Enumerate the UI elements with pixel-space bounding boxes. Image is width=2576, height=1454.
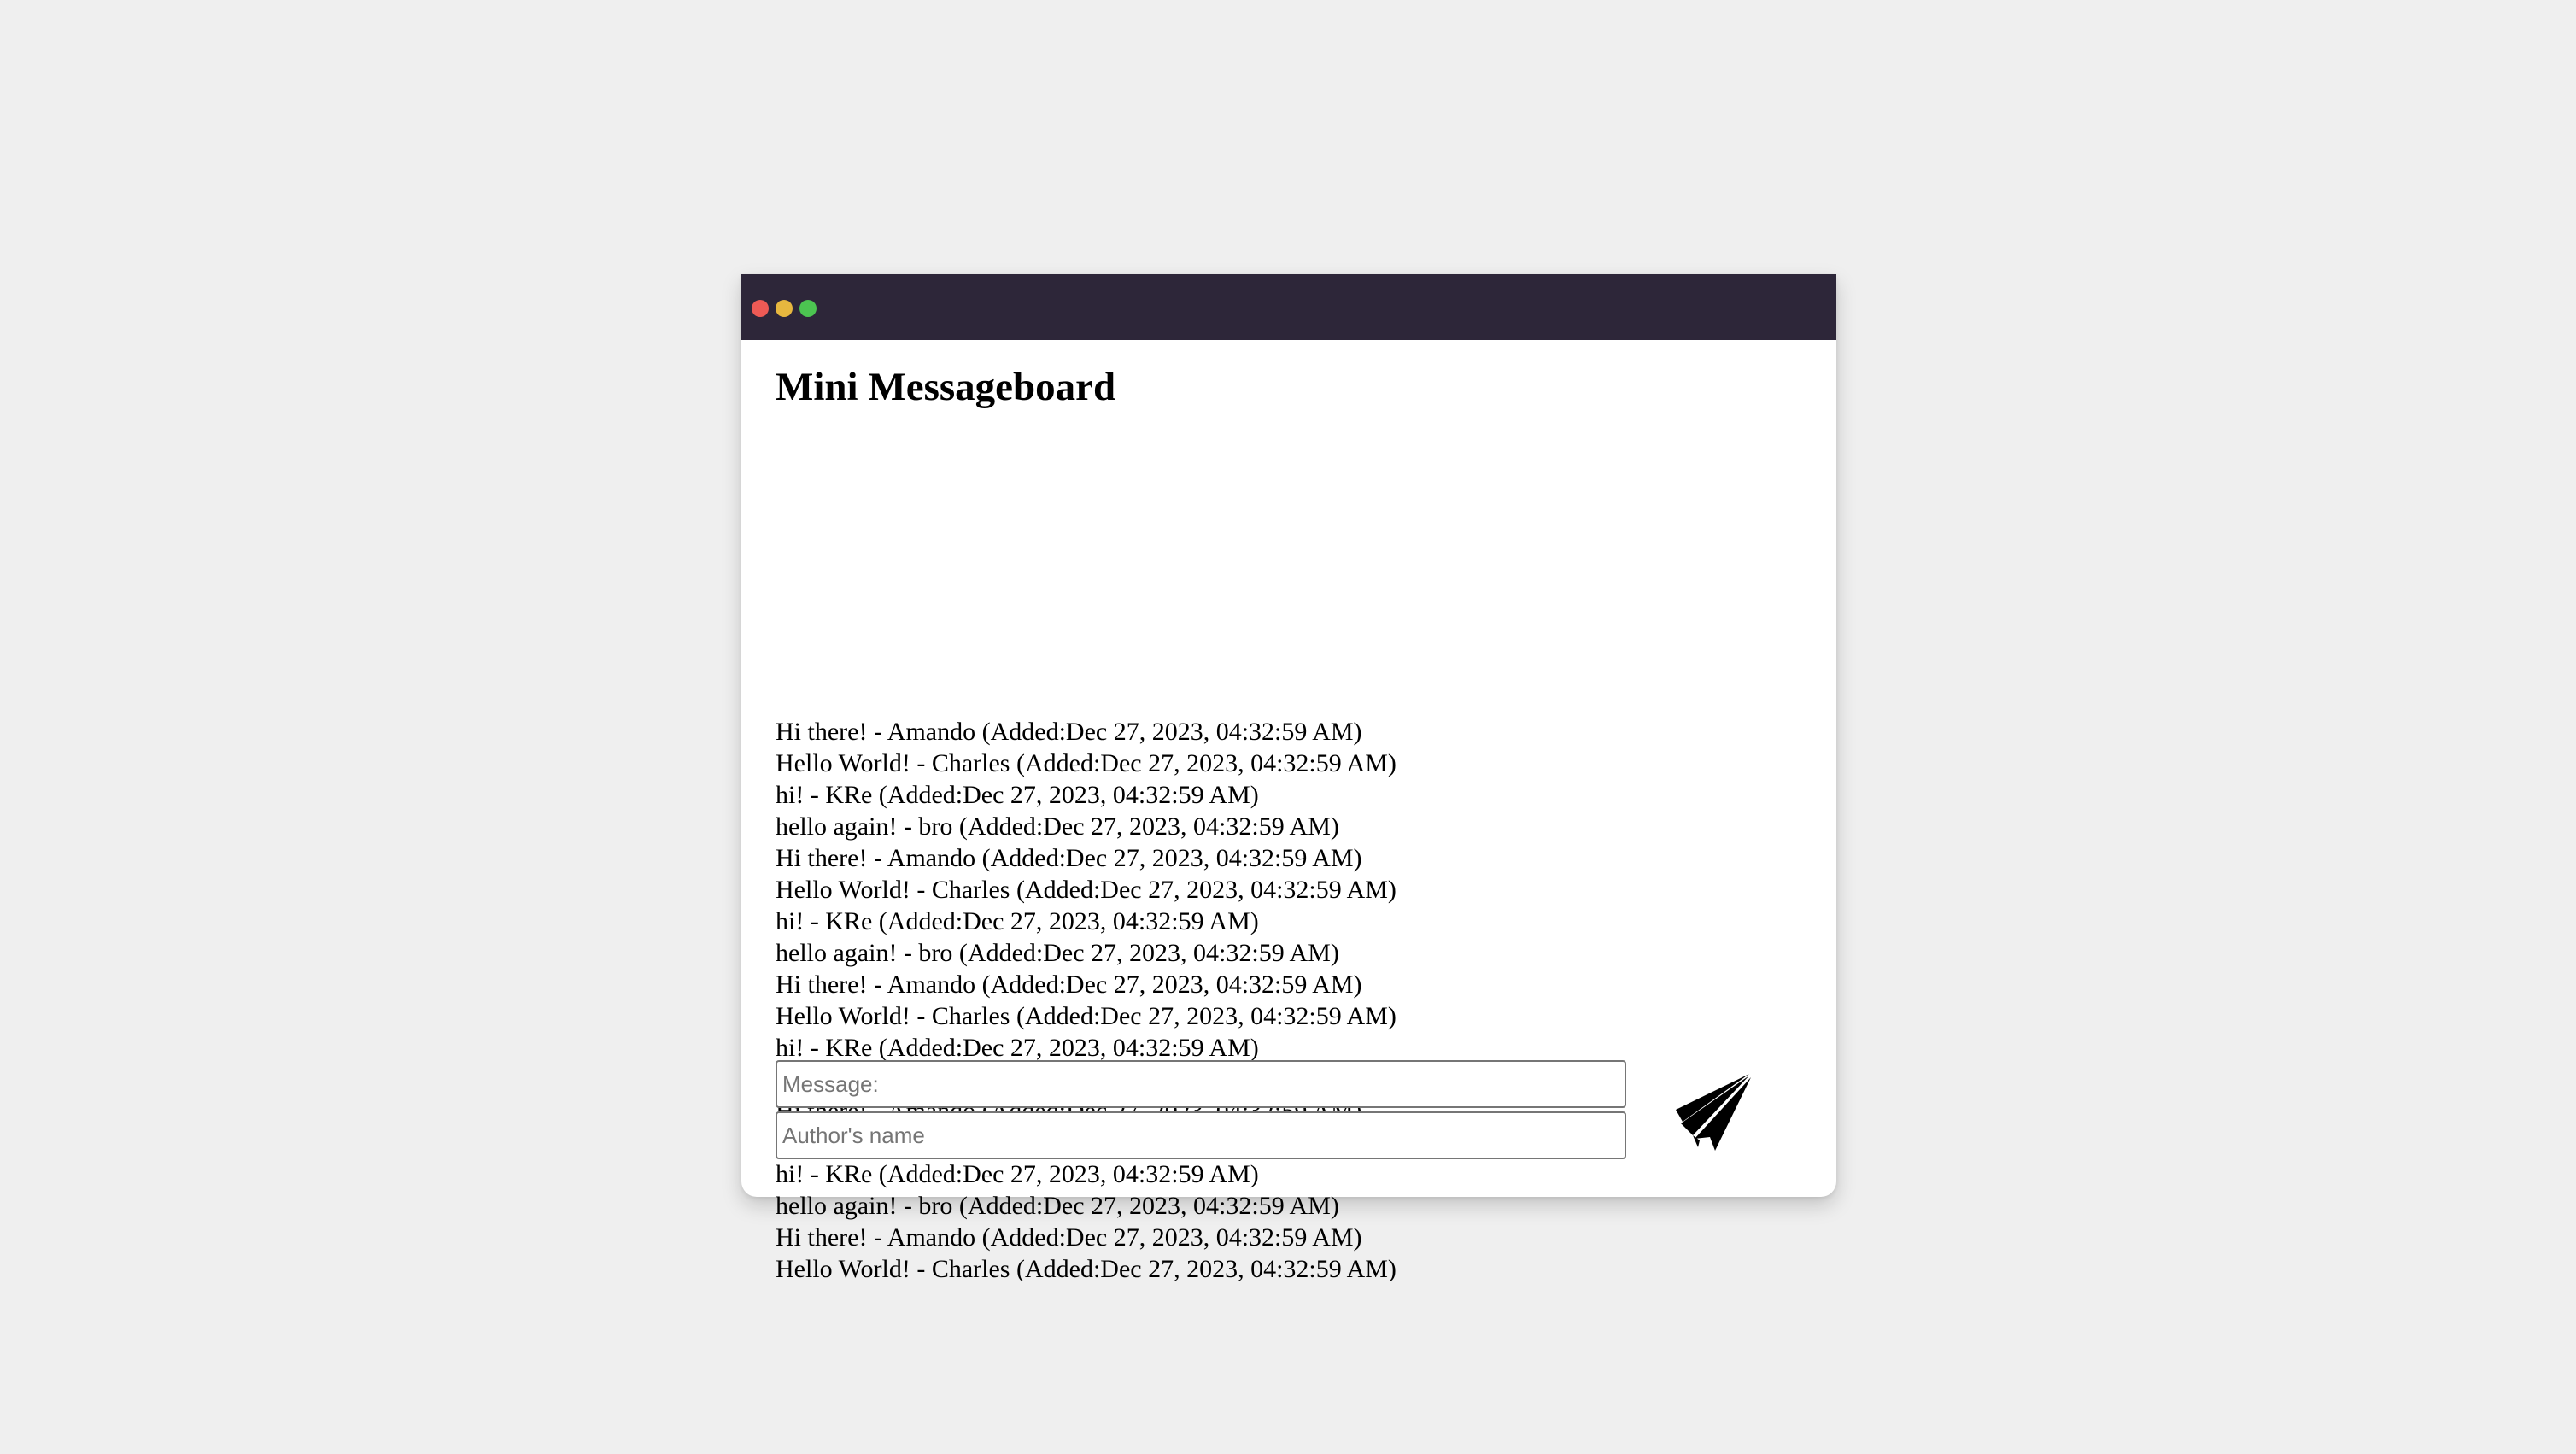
close-window-button[interactable] <box>752 300 769 317</box>
message-item: hello again! - bro (Added:Dec 27, 2023, … <box>776 939 1339 967</box>
message-item: hi! - KRe (Added:Dec 27, 2023, 04:32:59 … <box>776 781 1259 809</box>
message-item: Hi there! - Amando (Added:Dec 27, 2023, … <box>776 844 1362 872</box>
message-item: Hi there! - Amando (Added:Dec 27, 2023, … <box>776 1223 1362 1252</box>
send-button[interactable] <box>1672 1072 1758 1158</box>
author-name-input[interactable] <box>776 1111 1626 1159</box>
minimize-window-button[interactable] <box>776 300 793 317</box>
message-item: Hi there! - Amando (Added:Dec 27, 2023, … <box>776 718 1362 746</box>
message-item: Hello World! - Charles (Added:Dec 27, 20… <box>776 1255 1396 1281</box>
message-item: hi! - KRe (Added:Dec 27, 2023, 04:32:59 … <box>776 1160 1259 1188</box>
message-input[interactable] <box>776 1060 1626 1108</box>
message-item: Hello World! - Charles (Added:Dec 27, 20… <box>776 876 1396 904</box>
message-item: Hello World! - Charles (Added:Dec 27, 20… <box>776 749 1396 777</box>
message-item: hi! - KRe (Added:Dec 27, 2023, 04:32:59 … <box>776 1034 1259 1062</box>
paper-plane-icon <box>1676 1074 1751 1151</box>
message-list[interactable]: Hi there! - Amando (Added:Dec 27, 2023, … <box>776 716 1818 1281</box>
message-item: hello again! - bro (Added:Dec 27, 2023, … <box>776 812 1339 841</box>
page-title: Mini Messageboard <box>776 365 1116 409</box>
maximize-window-button[interactable] <box>799 300 817 317</box>
message-item: Hello World! - Charles (Added:Dec 27, 20… <box>776 1002 1396 1030</box>
message-item: hello again! - bro (Added:Dec 27, 2023, … <box>776 1192 1339 1220</box>
message-item: hi! - KRe (Added:Dec 27, 2023, 04:32:59 … <box>776 907 1259 935</box>
window-titlebar <box>741 274 1836 340</box>
messageboard-window: Mini Messageboard Hi there! - Amando (Ad… <box>741 274 1836 1281</box>
message-item: Hi there! - Amando (Added:Dec 27, 2023, … <box>776 970 1362 999</box>
